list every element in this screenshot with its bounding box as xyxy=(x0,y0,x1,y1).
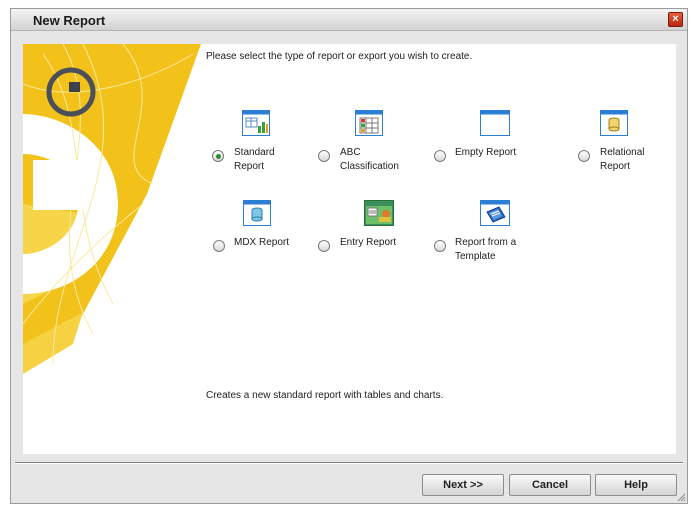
entry-report-radio[interactable] xyxy=(318,240,330,252)
report-from-template-label-line1: Report from a xyxy=(455,237,517,248)
instruction-text: Please select the type of report or expo… xyxy=(206,51,473,62)
option-standard-report[interactable]: Standard Report xyxy=(206,110,326,190)
standard-report-label: Standard Report xyxy=(234,146,275,174)
option-report-from-template[interactable]: Report from a Template xyxy=(426,200,546,280)
abc-classification-icon xyxy=(355,110,383,136)
abc-classification-label-line1: ABC xyxy=(340,147,361,158)
option-mdx-report[interactable]: MDX Report xyxy=(206,200,326,280)
entry-report-icon xyxy=(364,200,394,226)
empty-report-label-line1: Empty Report xyxy=(455,147,517,158)
relational-report-label: Relational Report xyxy=(600,146,644,174)
report-description: Creates a new standard report with table… xyxy=(206,390,444,401)
resize-grip-icon[interactable] xyxy=(676,492,686,502)
relational-report-radio[interactable] xyxy=(578,150,590,162)
option-empty-report[interactable]: Empty Report xyxy=(426,110,546,190)
standard-report-label-line1: Standard xyxy=(234,147,275,158)
help-button[interactable]: Help xyxy=(595,474,677,496)
standard-report-label-line2: Report xyxy=(234,161,265,172)
empty-report-radio[interactable] xyxy=(434,150,446,162)
mdx-report-radio[interactable] xyxy=(213,240,225,252)
abc-classification-radio[interactable] xyxy=(318,150,330,162)
report-from-template-label-line2: Template xyxy=(455,251,496,262)
new-report-dialog: New Report × Please select the type of r… xyxy=(10,8,688,504)
standard-report-radio[interactable] xyxy=(212,150,224,162)
cancel-button[interactable]: Cancel xyxy=(509,474,591,496)
option-abc-classification[interactable]: ABC Classification xyxy=(310,110,430,190)
footer-separator xyxy=(15,462,683,464)
relational-report-label-line1: Relational xyxy=(600,147,645,158)
report-template-icon xyxy=(480,200,510,226)
close-icon[interactable]: × xyxy=(668,12,683,27)
mdx-report-label-line1: MDX Report xyxy=(234,237,290,248)
mdx-report-label: MDX Report xyxy=(234,236,289,250)
empty-report-label: Empty Report xyxy=(455,146,516,160)
entry-report-label-line1: Entry Report xyxy=(340,237,397,248)
relational-report-icon xyxy=(600,110,628,136)
mdx-report-icon xyxy=(243,200,271,226)
title-bar[interactable]: New Report × xyxy=(11,9,687,31)
report-from-template-label: Report from a Template xyxy=(455,236,516,264)
empty-report-icon xyxy=(480,110,510,136)
abc-classification-label-line2: Classification xyxy=(340,161,399,172)
next-button[interactable]: Next >> xyxy=(422,474,504,496)
report-from-template-radio[interactable] xyxy=(434,240,446,252)
entry-report-label: Entry Report xyxy=(340,236,396,250)
standard-report-icon xyxy=(242,110,270,136)
content-panel: Please select the type of report or expo… xyxy=(23,44,676,454)
option-entry-report[interactable]: Entry Report xyxy=(310,200,430,280)
relational-report-label-line2: Report xyxy=(600,161,631,172)
abc-classification-label: ABC Classification xyxy=(340,146,399,174)
option-relational-report[interactable]: Relational Report xyxy=(560,110,672,190)
decorative-banner xyxy=(23,44,201,374)
dialog-title: New Report xyxy=(33,13,106,28)
